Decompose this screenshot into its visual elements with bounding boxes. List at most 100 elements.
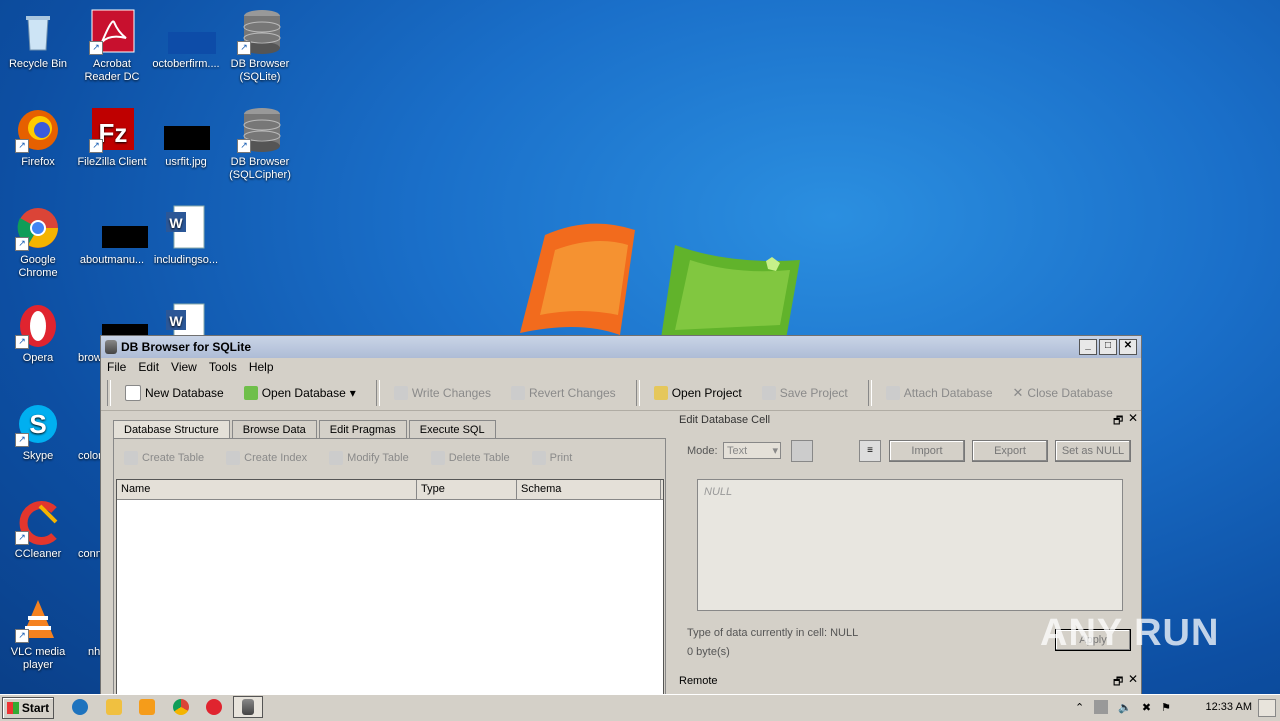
index-icon [226, 451, 241, 465]
close-database-button[interactable]: ✕ Close Database [1013, 385, 1113, 401]
save-project-button[interactable]: Save Project [761, 386, 848, 400]
chevron-down-icon[interactable]: ▾ [350, 386, 356, 400]
column-header-type[interactable]: Type [417, 480, 517, 499]
tab-browse-data[interactable]: Browse Data [231, 420, 317, 439]
create-index-button[interactable]: Create Index [226, 451, 307, 465]
modify-icon [329, 451, 344, 465]
volume-icon[interactable]: 🔈 [1118, 701, 1132, 714]
print-button[interactable]: Print [531, 451, 572, 465]
word-wrap-button[interactable]: ≡ [859, 440, 881, 462]
shortcut-arrow-icon: ↗ [89, 139, 103, 153]
export-button[interactable]: Export [972, 440, 1048, 462]
print-icon [531, 451, 546, 465]
desktop-icon-includingso[interactable]: W includingso... [148, 204, 224, 267]
start-button[interactable]: Start [2, 697, 54, 719]
desktop-icon-vlc[interactable]: ↗ VLC media player [0, 596, 76, 672]
explorer-folder-icon[interactable] [106, 699, 122, 715]
svg-text:W: W [169, 215, 183, 231]
taskbar-clock[interactable]: 12:33 AM [1206, 701, 1252, 713]
menu-view[interactable]: View [171, 360, 197, 374]
svg-text:S: S [29, 409, 46, 439]
mode-select[interactable]: Text ▾ [723, 442, 781, 459]
anyrun-watermark: ANY RUN [1040, 612, 1220, 654]
word-document-icon: W [162, 204, 210, 252]
modify-table-button[interactable]: Modify Table [329, 451, 409, 465]
file-thumbnail-icon [162, 8, 216, 56]
write-changes-button[interactable]: Write Changes [393, 386, 491, 400]
toolbar-separator [375, 380, 380, 406]
set-as-null-button[interactable]: Set as NULL [1055, 440, 1131, 462]
delete-icon [430, 451, 445, 465]
desktop-icon-usrfit[interactable]: usrfit.jpg [148, 106, 224, 169]
network-warning-icon[interactable] [1094, 700, 1109, 714]
desktop-icon-chrome[interactable]: ↗ Google Chrome [0, 204, 76, 280]
desktop-icon-db-browser-sqlcipher[interactable]: ↗ DB Browser (SQLCipher) [222, 106, 298, 182]
create-table-button[interactable]: Create Table [124, 451, 204, 465]
mode-label: Mode: [687, 445, 718, 457]
menu-file[interactable]: File [107, 360, 126, 374]
shortcut-arrow-icon: ↗ [15, 139, 29, 153]
revert-icon [510, 386, 525, 400]
tab-execute-sql[interactable]: Execute SQL [408, 420, 496, 439]
chrome-taskbar-icon[interactable] [173, 699, 189, 715]
db-browser-window: DB Browser for SQLite _ □ ✕ File Edit Vi… [100, 335, 1142, 698]
desktop-icon-skype[interactable]: S ↗ Skype [0, 400, 76, 463]
shortcut-arrow-icon: ↗ [15, 629, 29, 643]
open-database-button[interactable]: Open Database ▾ [243, 386, 356, 400]
cell-type-info: Type of data currently in cell: NULL [687, 627, 859, 639]
cell-editor[interactable]: NULL [697, 479, 1123, 611]
shortcut-arrow-icon: ↗ [15, 237, 29, 251]
dock-close-icon[interactable]: ✕ [1128, 672, 1138, 686]
desktop-icon-filezilla[interactable]: Fz ↗ FileZilla Client [74, 106, 150, 169]
network-disabled-icon[interactable]: ✖ [1142, 701, 1151, 714]
desktop-icon-aboutmanu[interactable]: aboutmanu... [74, 204, 150, 267]
tab-edit-pragmas[interactable]: Edit Pragmas [318, 420, 407, 439]
dock-close-icon[interactable]: ✕ [1128, 411, 1138, 425]
menu-edit[interactable]: Edit [138, 360, 159, 374]
revert-changes-button[interactable]: Revert Changes [510, 386, 616, 400]
db-browser-taskbar-button[interactable] [233, 696, 263, 718]
show-hidden-icons-icon[interactable]: ⌃ [1075, 701, 1084, 714]
tab-database-structure[interactable]: Database Structure [113, 420, 230, 439]
internet-explorer-icon[interactable] [72, 699, 88, 715]
close-button[interactable]: ✕ [1119, 339, 1137, 355]
new-database-button[interactable]: New Database [125, 385, 224, 401]
desktop-icon-octoberfirm[interactable]: octoberfirm.... [148, 8, 224, 71]
desktop-icon-firefox[interactable]: ↗ Firefox [0, 106, 76, 169]
column-header-name[interactable]: Name [117, 480, 417, 499]
column-header-schema[interactable]: Schema [517, 480, 661, 499]
media-player-icon[interactable] [139, 699, 155, 715]
file-thumbnail-icon [88, 204, 148, 252]
window-titlebar[interactable]: DB Browser for SQLite _ □ ✕ [101, 336, 1141, 358]
action-center-flag-icon[interactable]: ⚑ [1161, 701, 1171, 714]
filezilla-icon: Fz ↗ [88, 106, 136, 154]
schema-tree-header: Name Type Schema [117, 480, 663, 500]
minimize-button[interactable]: _ [1079, 339, 1097, 355]
recycle-bin-icon [14, 8, 62, 56]
desktop-icon-acrobat[interactable]: ↗ Acrobat Reader DC [74, 8, 150, 84]
desktop-icon-ccleaner[interactable]: ↗ CCleaner [0, 498, 76, 561]
new-file-icon [125, 385, 141, 401]
maximize-button[interactable]: □ [1099, 339, 1117, 355]
dock-float-icon[interactable]: 🗗 [1113, 673, 1123, 692]
database-icon: ↗ [236, 8, 284, 56]
attach-database-button[interactable]: Attach Database [885, 386, 993, 400]
shortcut-arrow-icon: ↗ [237, 139, 251, 153]
menu-help[interactable]: Help [249, 360, 274, 374]
opera-taskbar-icon[interactable] [206, 699, 222, 715]
dock-float-icon[interactable]: 🗗 [1113, 412, 1123, 431]
show-desktop-button[interactable] [1258, 699, 1276, 717]
open-project-button[interactable]: Open Project [653, 386, 742, 400]
main-toolbar: New Database Open Database ▾ Write Change… [101, 376, 1141, 411]
menu-tools[interactable]: Tools [209, 360, 237, 374]
svg-text:W: W [169, 313, 183, 329]
desktop-icon-opera[interactable]: ↗ Opera [0, 302, 76, 365]
desktop-icon-recycle-bin[interactable]: Recycle Bin [0, 8, 76, 71]
import-button[interactable]: Import [889, 440, 965, 462]
project-icon [653, 386, 668, 400]
desktop-icon-db-browser-sqlite[interactable]: ↗ DB Browser (SQLite) [222, 8, 298, 84]
delete-table-button[interactable]: Delete Table [430, 451, 510, 465]
schema-tree[interactable]: Name Type Schema [116, 479, 664, 697]
auto-switch-mode-button[interactable] [791, 440, 813, 462]
close-icon: ✕ [1012, 385, 1024, 400]
